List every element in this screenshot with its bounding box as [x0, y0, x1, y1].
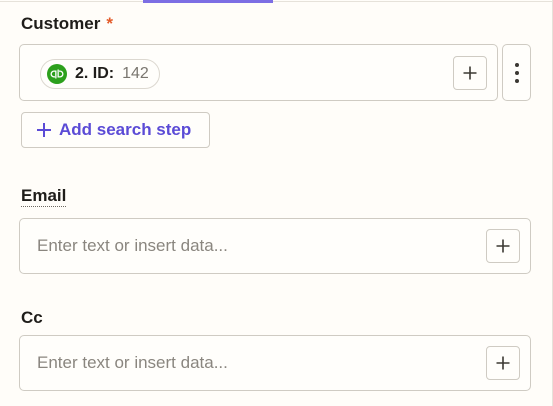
cc-placeholder: Enter text or insert data... — [37, 353, 228, 372]
chip-value: 142 — [122, 65, 149, 82]
chip-step-label: 2. ID: — [75, 65, 115, 82]
email-field[interactable]: Enter text or insert data... — [19, 218, 531, 274]
email-label: Email — [21, 186, 67, 207]
cc-label: Cc — [21, 308, 43, 328]
email-placeholder: Enter text or insert data... — [37, 236, 228, 255]
cc-insert-data-button[interactable] — [486, 346, 520, 380]
plus-icon — [496, 239, 510, 253]
kebab-dot — [514, 62, 519, 67]
insert-data-button[interactable] — [453, 56, 487, 90]
plus-icon — [37, 123, 51, 137]
email-insert-data-button[interactable] — [486, 229, 520, 263]
add-search-step-label: Add search step — [59, 120, 192, 139]
required-marker: * — [106, 14, 113, 33]
cc-label-text: Cc — [21, 308, 43, 327]
tab-underline — [0, 0, 553, 3]
add-search-step-button[interactable]: Add search step — [21, 112, 210, 148]
kebab-dot — [514, 78, 519, 83]
quickbooks-logo-icon — [47, 64, 67, 84]
quickbooks-glyph — [50, 69, 64, 79]
more-options-button[interactable] — [502, 44, 531, 101]
customer-label: Customer * — [21, 14, 113, 34]
plus-icon — [463, 66, 477, 80]
plus-icon — [496, 356, 510, 370]
mapped-value-chip[interactable]: 2. ID: 142 — [40, 59, 160, 89]
customer-field[interactable]: 2. ID: 142 — [19, 44, 498, 101]
active-tab-indicator — [143, 0, 273, 3]
email-label-text: Email — [21, 186, 67, 207]
customer-label-text: Customer — [21, 14, 101, 33]
kebab-dot — [514, 70, 519, 75]
divider — [0, 1, 553, 2]
cc-field[interactable]: Enter text or insert data... — [19, 335, 531, 391]
